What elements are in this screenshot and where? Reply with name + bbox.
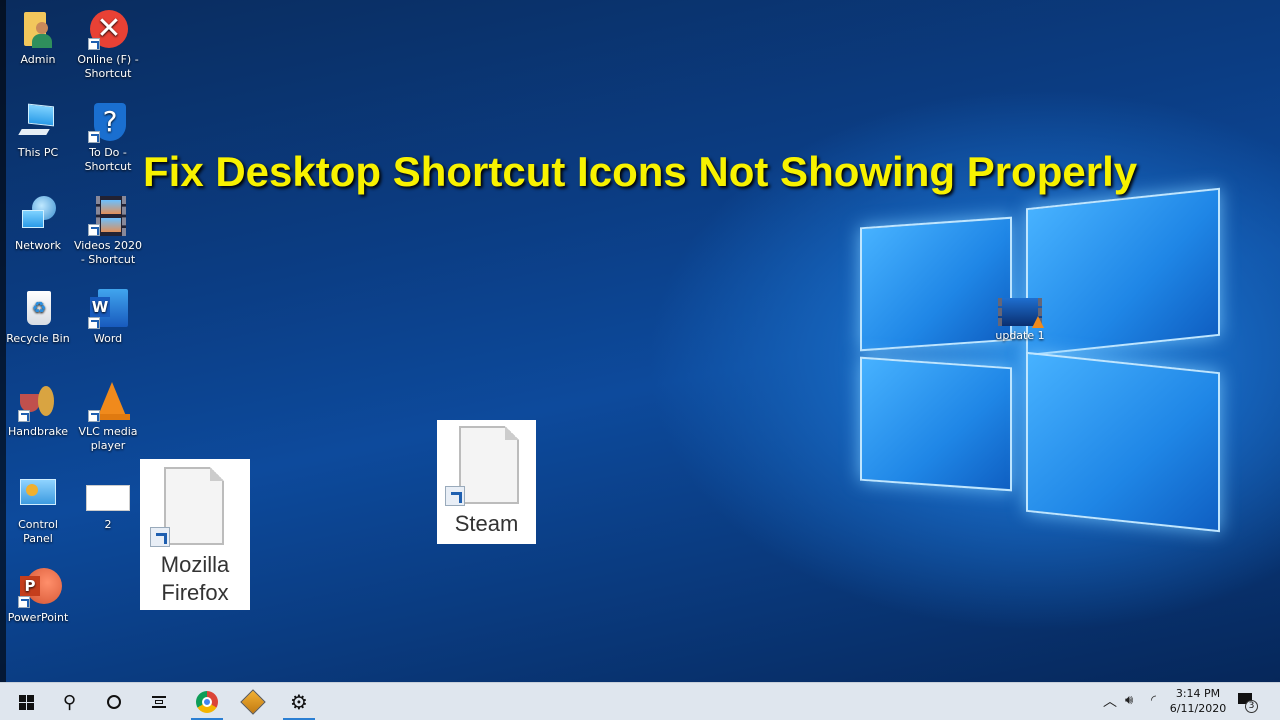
question-shield-icon: ? bbox=[88, 103, 128, 143]
icon-label: This PC bbox=[17, 146, 59, 159]
desktop-icon-handbrake[interactable]: Handbrake bbox=[3, 382, 73, 439]
taskbar-app-chrome[interactable] bbox=[185, 683, 229, 720]
icon-label: Word bbox=[93, 332, 123, 345]
search-icon: ⚲ bbox=[63, 691, 77, 713]
error-x-icon: ✕ bbox=[88, 10, 128, 50]
desktop-icon-vlc-media-player[interactable]: VLC media player bbox=[73, 382, 143, 453]
icon-label: update 1 bbox=[995, 329, 1045, 342]
handbrake-icon bbox=[18, 382, 58, 422]
icon-label: Network bbox=[15, 239, 61, 252]
desktop-icon-control-panel[interactable]: Control Panel bbox=[3, 475, 73, 546]
icon-label: PowerPoint bbox=[7, 611, 69, 624]
desktop-icon-this-pc[interactable]: This PC bbox=[3, 103, 73, 160]
desktop-icon-admin[interactable]: Admin bbox=[3, 10, 73, 67]
logo-pane bbox=[1026, 187, 1220, 357]
cortana-button[interactable] bbox=[92, 683, 136, 720]
windows-logo-wallpaper bbox=[860, 178, 1222, 538]
action-center-button[interactable]: 3 bbox=[1236, 691, 1258, 713]
logo-pane bbox=[860, 356, 1012, 492]
wifi-icon[interactable]: ◜ bbox=[1151, 693, 1156, 708]
search-button[interactable]: ⚲ bbox=[48, 683, 92, 720]
taskbar-app-winamp[interactable] bbox=[231, 683, 275, 720]
clock[interactable]: 3:14 PM 6/11/2020 bbox=[1168, 686, 1228, 716]
network-icon bbox=[18, 196, 58, 236]
desktop-icon-update-1[interactable]: update 1 bbox=[985, 298, 1055, 343]
gear-icon: ⚙ bbox=[290, 690, 308, 714]
volume-icon[interactable]: 🔊︎ bbox=[1125, 693, 1133, 708]
desktop-icon-to-do-shortcut[interactable]: ? To Do - Shortcut bbox=[73, 103, 143, 174]
icon-label: Videos 2020 - Shortcut bbox=[73, 239, 143, 266]
broken-shortcut-steam[interactable]: Steam bbox=[437, 420, 536, 544]
icon-label: To Do - Shortcut bbox=[84, 146, 132, 173]
desktop-icon-recycle-bin[interactable]: ♻ Recycle Bin bbox=[3, 289, 73, 346]
icon-label: Mozilla Firefox bbox=[160, 552, 230, 605]
cortana-circle-icon bbox=[107, 695, 121, 709]
task-view-icon bbox=[152, 696, 166, 708]
shortcut-arrow-icon bbox=[150, 527, 170, 547]
video-title-overlay: Fix Desktop Shortcut Icons Not Showing P… bbox=[143, 148, 1138, 195]
winamp-icon bbox=[240, 689, 266, 715]
desktop-icon-online-f-shortcut[interactable]: ✕ Online (F) - Shortcut bbox=[73, 10, 143, 81]
start-button[interactable] bbox=[4, 683, 48, 720]
vlc-cone-icon bbox=[88, 382, 130, 422]
notification-count-badge: 3 bbox=[1245, 700, 1258, 713]
logo-pane bbox=[1026, 351, 1220, 533]
shortcut-arrow-icon bbox=[445, 486, 465, 506]
clock-date: 6/11/2020 bbox=[1169, 702, 1227, 715]
icon-label: Online (F) - Shortcut bbox=[77, 53, 139, 80]
desktop[interactable]: Admin ✕ Online (F) - Shortcut This PC ? … bbox=[0, 0, 1280, 682]
word-icon: W bbox=[88, 289, 128, 329]
control-panel-icon bbox=[18, 475, 58, 515]
taskbar: ⚲ ⚙ ︿ 🔊︎ ◜ 3:14 PM 6/11/2020 3 bbox=[0, 682, 1280, 720]
blank-document-icon bbox=[164, 467, 224, 545]
chrome-icon bbox=[196, 691, 218, 713]
icon-label: VLC media player bbox=[78, 425, 138, 452]
icon-label: Admin bbox=[20, 53, 56, 66]
icon-label: 2 bbox=[104, 518, 112, 531]
desktop-icon-network[interactable]: Network bbox=[3, 196, 73, 253]
icon-label: Recycle Bin bbox=[6, 332, 70, 345]
icon-label: Control Panel bbox=[18, 518, 58, 545]
user-folder-icon bbox=[18, 10, 58, 50]
taskbar-app-settings[interactable]: ⚙ bbox=[277, 683, 321, 720]
film-strip-icon bbox=[88, 196, 128, 236]
icon-label: Steam bbox=[454, 511, 519, 536]
desktop-icon-powerpoint[interactable]: P PowerPoint bbox=[3, 568, 73, 625]
clock-time: 3:14 PM bbox=[1175, 687, 1221, 700]
recycle-bin-icon: ♻ bbox=[18, 289, 58, 329]
desktop-icon-2[interactable]: 2 bbox=[73, 475, 143, 532]
image-thumbnail-icon bbox=[86, 475, 130, 515]
show-hidden-icons-chevron-icon[interactable]: ︿ bbox=[1103, 691, 1117, 711]
windows-logo-icon bbox=[18, 694, 34, 710]
icon-label: Handbrake bbox=[8, 425, 68, 438]
desktop-icon-word[interactable]: W Word bbox=[73, 289, 143, 346]
task-view-button[interactable] bbox=[137, 683, 181, 720]
powerpoint-icon: P bbox=[18, 568, 62, 608]
video-thumbnail-icon bbox=[998, 298, 1044, 328]
blank-document-icon bbox=[459, 426, 519, 504]
desktop-icon-videos-2020-shortcut[interactable]: Videos 2020 - Shortcut bbox=[73, 196, 143, 267]
computer-icon bbox=[18, 103, 58, 143]
broken-shortcut-mozilla-firefox[interactable]: Mozilla Firefox bbox=[140, 459, 250, 610]
